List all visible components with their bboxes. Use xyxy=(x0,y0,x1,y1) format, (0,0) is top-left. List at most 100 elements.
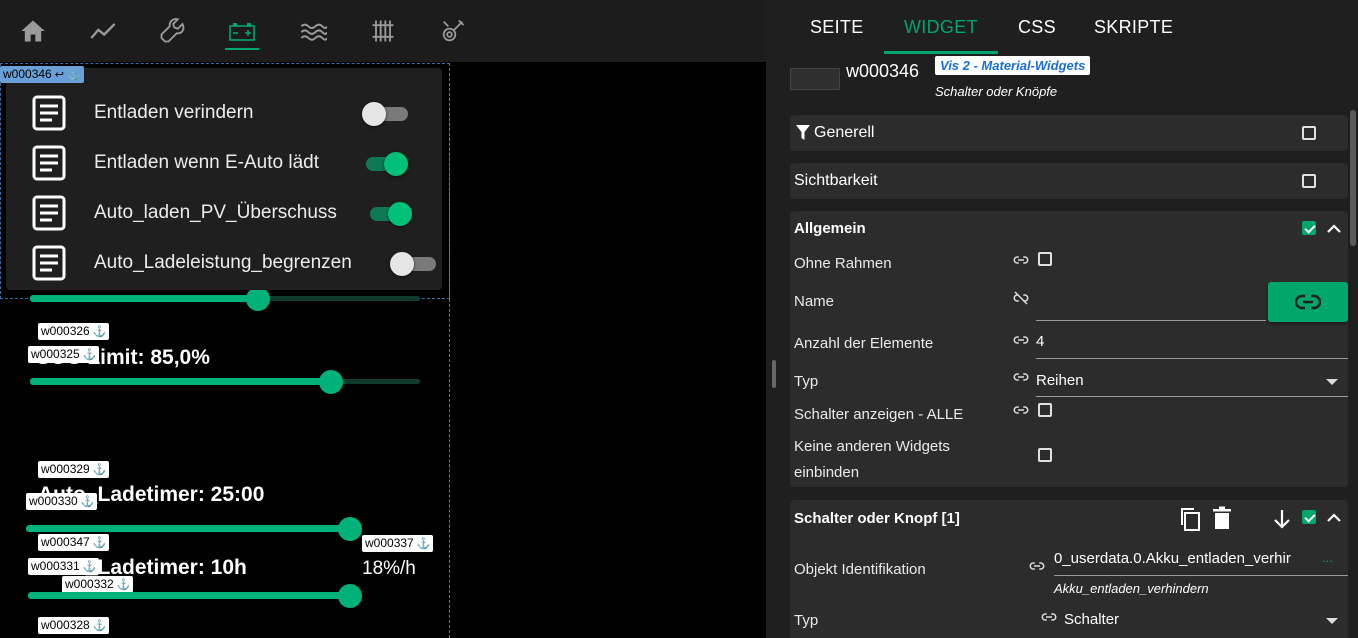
objekt-select-button[interactable]: ... xyxy=(1322,550,1333,565)
widget-type: Schalter oder Knöpfe xyxy=(935,84,1058,99)
switch-row: Entladen verindern xyxy=(6,88,442,138)
widget-id-tag[interactable]: w000329 ⚓ xyxy=(38,461,110,478)
tab-seite[interactable]: SEITE xyxy=(810,17,864,38)
widget-id-tag[interactable]: w000347 ⚓ xyxy=(38,534,110,551)
schalter-alle-checkbox[interactable] xyxy=(1038,403,1052,417)
waves-icon[interactable] xyxy=(296,14,330,48)
link-icon[interactable] xyxy=(1040,608,1058,626)
rate-text: 18%/h xyxy=(362,558,416,579)
chevron-up-icon[interactable] xyxy=(1326,510,1342,526)
panel-tabs: SEITE WIDGET CSS SKRIPTE xyxy=(780,0,1358,54)
section-checkbox[interactable] xyxy=(1302,174,1316,188)
switch-label: Entladen wenn E-Auto lädt xyxy=(94,152,319,173)
link-icon[interactable] xyxy=(1012,401,1030,419)
typ-underline xyxy=(1036,396,1348,397)
typ-select[interactable]: Reihen xyxy=(1036,372,1084,389)
prop-label: Keine anderen Widgets xyxy=(794,438,950,455)
ladetimer2-slider[interactable] xyxy=(28,584,362,608)
widget-set-badge: Vis 2 - Material-Widgets xyxy=(935,56,1091,75)
switch-label: Auto_Ladeleistung_begrenzen xyxy=(94,252,352,273)
switch-toggle[interactable] xyxy=(366,201,412,226)
copy-icon[interactable] xyxy=(1178,506,1202,532)
chevron-down-icon[interactable] xyxy=(1326,618,1338,624)
switch-label: Auto_laden_PV_Überschuss xyxy=(94,202,337,223)
ohne-rahmen-checkbox[interactable] xyxy=(1038,252,1052,266)
switch-toggle[interactable] xyxy=(390,251,436,276)
home-icon[interactable] xyxy=(16,14,50,48)
prop-label: Typ xyxy=(794,373,819,390)
wrench-icon[interactable] xyxy=(155,14,189,48)
delete-icon[interactable] xyxy=(1212,506,1232,530)
objekt-id-input[interactable]: 0_userdata.0.Akku_entladen_verhir xyxy=(1054,550,1291,567)
link-icon[interactable] xyxy=(1012,251,1030,269)
switch-list-card: Entladen verindern Entladen wenn E-Auto … xyxy=(6,68,442,290)
link-icon xyxy=(1295,294,1321,310)
slider-top[interactable] xyxy=(30,287,420,311)
switch-toggle[interactable] xyxy=(362,101,408,126)
tools-icon[interactable] xyxy=(436,14,470,48)
objekt-name: Akku_entladen_verhindern xyxy=(1054,581,1209,596)
anzahl-input[interactable]: 4 xyxy=(1036,333,1044,350)
anzahl-underline xyxy=(1036,358,1348,359)
document-icon xyxy=(32,95,66,131)
section-title: Sichtbarkeit xyxy=(794,172,878,189)
chart-line-icon[interactable] xyxy=(86,14,120,48)
link-icon[interactable] xyxy=(1028,557,1046,575)
keine-widgets-checkbox[interactable] xyxy=(1038,448,1052,462)
document-icon xyxy=(32,245,66,281)
prop-label: Name xyxy=(794,293,835,310)
radiator-icon[interactable] xyxy=(366,14,400,48)
switch-row: Auto_laden_PV_Überschuss xyxy=(6,188,442,238)
switch-row: Entladen wenn E-Auto lädt xyxy=(6,138,442,188)
widget-info: w000346 Vis 2 - Material-Widgets Schalte… xyxy=(780,54,1358,110)
widget-id-tag[interactable]: w000326 ⚓ xyxy=(38,323,110,340)
name-input[interactable] xyxy=(1036,320,1266,321)
switch-label: Entladen verindern xyxy=(94,102,254,123)
tab-css[interactable]: CSS xyxy=(1018,17,1056,38)
widget-id-tag[interactable]: w000331 ⚓ xyxy=(28,558,100,575)
vis-canvas: Entladen verindern Entladen wenn E-Auto … xyxy=(0,0,766,638)
document-icon xyxy=(32,195,66,231)
splitter-grip[interactable] xyxy=(772,360,776,388)
panel-splitter[interactable] xyxy=(766,0,780,638)
widget-id-tag[interactable]: w000325 ⚓ xyxy=(28,346,100,363)
switch-row: Auto_Ladeleistung_begrenzen xyxy=(6,238,442,288)
canvas-guide-line xyxy=(449,63,450,638)
section-title: Schalter oder Knopf [1] xyxy=(794,510,960,527)
section-checkbox[interactable] xyxy=(1302,126,1316,140)
chevron-down-icon[interactable] xyxy=(1326,379,1338,385)
widget-id: w000346 xyxy=(846,61,920,81)
widget-id-tag[interactable]: w000337 ⚓ xyxy=(362,535,434,552)
prop-label: Anzahl der Elemente xyxy=(794,335,934,352)
section-allgemein: Allgemein Ohne Rahmen Name Anzahl der El… xyxy=(790,211,1348,487)
link-off-icon[interactable] xyxy=(1012,289,1030,307)
section-title: Generell xyxy=(814,124,875,141)
link-icon[interactable] xyxy=(1012,331,1030,349)
prop-label: einbinden xyxy=(794,464,860,481)
objekt-underline xyxy=(1054,575,1348,576)
link-icon[interactable] xyxy=(1012,368,1030,386)
widget-id-tag-selected[interactable]: w000346 ↩ ⚓ xyxy=(0,66,84,83)
arrow-down-icon[interactable] xyxy=(1272,508,1292,530)
scrollbar[interactable] xyxy=(1350,110,1356,246)
properties-panel: SEITE WIDGET CSS SKRIPTE w000346 Vis 2 -… xyxy=(780,0,1358,638)
document-icon xyxy=(32,145,66,181)
section-title: Allgemein xyxy=(794,220,866,237)
tab-widget[interactable]: WIDGET xyxy=(904,17,978,38)
prop-label: Objekt Identifikation xyxy=(794,561,926,578)
section-checkbox[interactable] xyxy=(1302,221,1316,235)
switch-toggle[interactable] xyxy=(362,151,408,176)
typ2-select[interactable]: Schalter xyxy=(1064,611,1119,628)
prop-label: Ohne Rahmen xyxy=(794,255,892,272)
battery-icon[interactable] xyxy=(225,14,259,50)
widget-id-tag[interactable]: w000328 ⚓ xyxy=(38,617,110,634)
widget-id-tag[interactable]: w000330 ⚓ xyxy=(26,493,98,510)
tab-skripte[interactable]: SKRIPTE xyxy=(1094,17,1173,38)
chevron-up-icon[interactable] xyxy=(1326,221,1342,237)
prop-label: Typ xyxy=(794,612,819,629)
section-sichtbarkeit[interactable]: Sichtbarkeit xyxy=(790,163,1348,199)
section-generell[interactable]: Generell xyxy=(790,115,1348,151)
link-button[interactable] xyxy=(1268,282,1348,322)
section-checkbox[interactable] xyxy=(1302,510,1316,524)
soc-limit-slider[interactable] xyxy=(30,370,420,394)
